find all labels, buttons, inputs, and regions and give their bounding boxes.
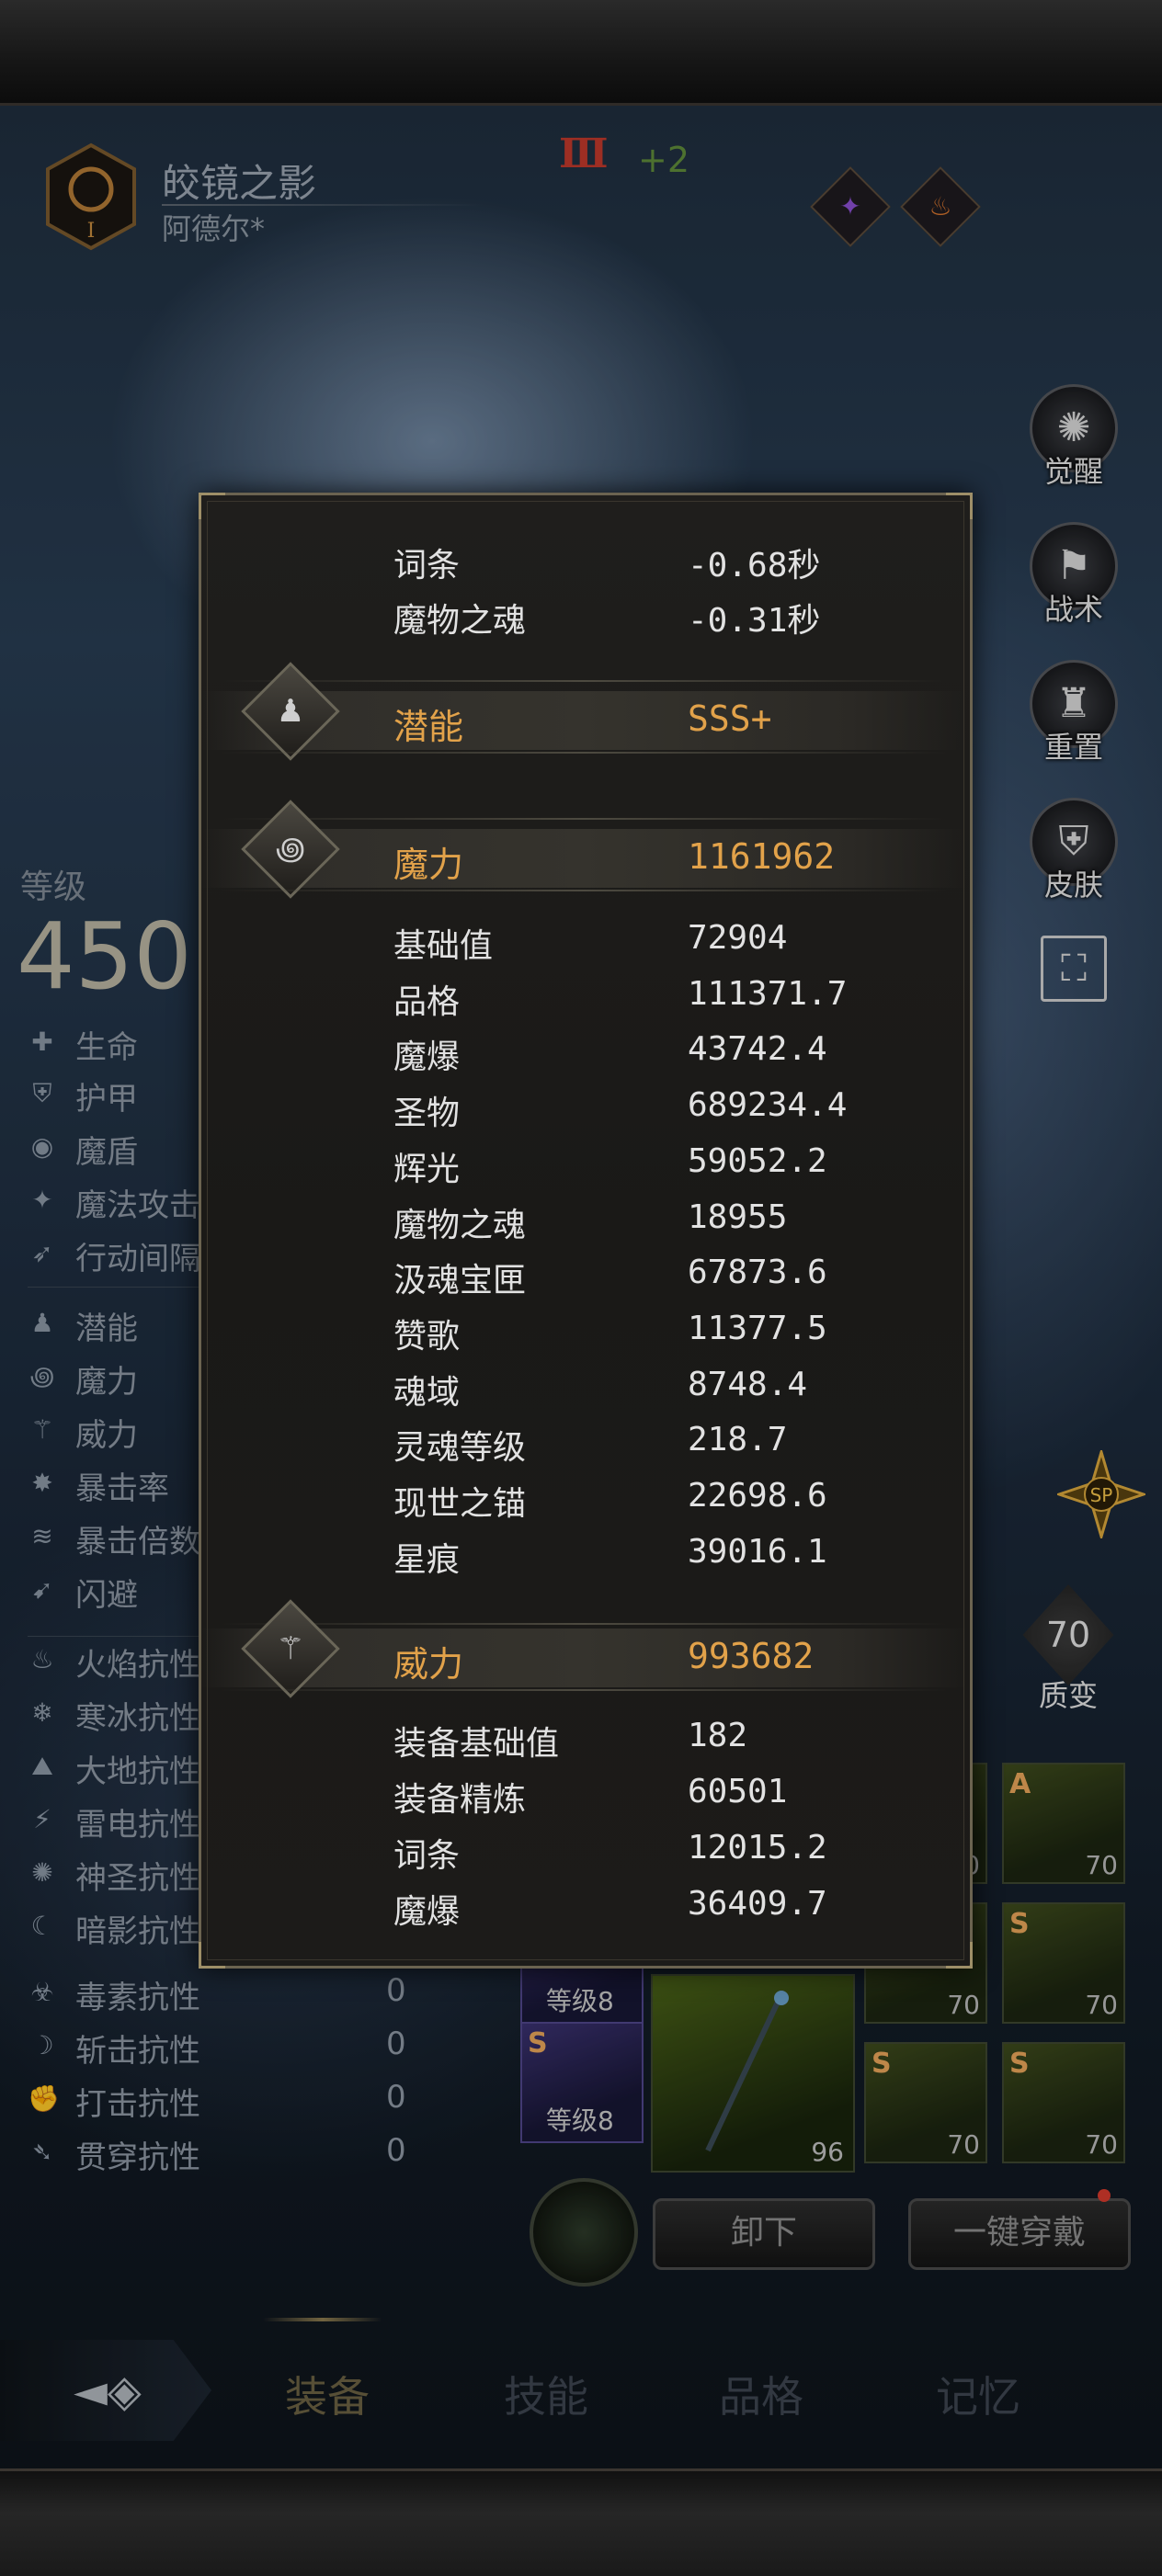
magic-section-header: ꩜ 魔力 1161962 (200, 800, 967, 899)
breakdown-row: 基础值 72904 (0, 919, 1162, 969)
breakdown-value: 43742.4 (688, 1030, 827, 1069)
breakdown-name: 星痕 (393, 1540, 461, 1579)
breakdown-value: 182 (688, 1717, 748, 1754)
breakdown-value: 36409.7 (688, 1885, 827, 1923)
breakdown-name: 灵魂等级 (393, 1429, 527, 1468)
bottom-frame (0, 2468, 1162, 2576)
potential-title: 潜能 (393, 707, 464, 747)
magic-total: 1161962 (688, 836, 836, 877)
popup-divider (221, 680, 947, 682)
breakdown-value: 22698.6 (688, 1477, 827, 1515)
popup-divider (221, 818, 947, 820)
top-frame (0, 0, 1162, 106)
breakdown-name: 圣物 (393, 1095, 461, 1133)
breakdown-value: 60501 (688, 1773, 788, 1810)
breakdown-row: 赞歌 11377.5 (0, 1310, 1162, 1359)
breakdown-value: -0.31秒 (688, 602, 821, 640)
breakdown-name: 辉光 (393, 1150, 461, 1188)
breakdown-row: 魔物之魂 -0.31秒 (0, 594, 1162, 643)
breakdown-row: 圣物 689234.4 (0, 1086, 1162, 1136)
potential-total: SSS+ (688, 698, 772, 739)
breakdown-row: 魂域 8748.4 (0, 1366, 1162, 1415)
popup-corner (199, 493, 225, 519)
breakdown-name: 装备精炼 (393, 1781, 527, 1819)
breakdown-name: 现世之锚 (393, 1485, 527, 1523)
potential-section-header: ♟ 潜能 SSS+ (200, 662, 967, 761)
power-icon: ⚚ (276, 1630, 305, 1667)
breakdown-value: 111371.7 (688, 974, 848, 1013)
breakdown-name: 品格 (393, 982, 461, 1021)
breakdown-name: 赞歌 (393, 1317, 461, 1356)
breakdown-row: 词条 -0.68秒 (0, 539, 1162, 588)
popup-divider (221, 1623, 947, 1625)
breakdown-row: 魔爆 36409.7 (0, 1885, 1162, 1935)
breakdown-value: 72904 (688, 919, 788, 957)
breakdown-row: 魔物之魂 18955 (0, 1198, 1162, 1248)
breakdown-value: 67873.6 (688, 1254, 827, 1292)
popup-divider (221, 752, 947, 754)
power-title: 威力 (393, 1644, 464, 1685)
breakdown-row: 灵魂等级 218.7 (0, 1421, 1162, 1470)
breakdown-value: 8748.4 (688, 1365, 808, 1403)
breakdown-row: 现世之锚 22698.6 (0, 1477, 1162, 1526)
breakdown-value: 59052.2 (688, 1141, 827, 1180)
breakdown-name: 词条 (393, 1837, 461, 1875)
breakdown-value: 39016.1 (688, 1532, 827, 1571)
breakdown-row: 装备精炼 60501 (0, 1773, 1162, 1822)
breakdown-value: 218.7 (688, 1421, 788, 1459)
breakdown-name: 基础值 (393, 927, 494, 965)
breakdown-row: 装备基础值 182 (0, 1717, 1162, 1766)
popup-corner (946, 1942, 973, 1969)
breakdown-name: 装备基础值 (393, 1725, 560, 1763)
breakdown-value: 18955 (688, 1197, 788, 1236)
breakdown-name: 魔物之魂 (393, 602, 527, 640)
breakdown-row: 品格 111371.7 (0, 975, 1162, 1025)
breakdown-value: -0.68秒 (688, 547, 821, 584)
breakdown-name: 魂域 (393, 1373, 461, 1412)
potential-icon: ♟ (276, 693, 305, 730)
magic-title: 魔力 (393, 845, 464, 885)
breakdown-name: 词条 (393, 547, 461, 584)
breakdown-value: 689234.4 (688, 1086, 848, 1125)
breakdown-row: 辉光 59052.2 (0, 1142, 1162, 1192)
breakdown-name: 魔爆 (393, 1893, 461, 1931)
breakdown-name: 汲魂宝匣 (393, 1262, 527, 1300)
breakdown-value: 12015.2 (688, 1829, 827, 1867)
breakdown-name: 魔爆 (393, 1038, 461, 1077)
breakdown-name: 魔物之魂 (393, 1206, 527, 1244)
breakdown-row: 词条 12015.2 (0, 1829, 1162, 1878)
popup-corner (199, 1942, 225, 1969)
power-total: 993682 (688, 1636, 815, 1676)
breakdown-row: 星痕 39016.1 (0, 1533, 1162, 1583)
power-section-header: ⚚ 威力 993682 (200, 1599, 967, 1698)
popup-divider (221, 890, 947, 891)
magic-icon: ꩜ (275, 831, 306, 868)
popup-corner (946, 493, 973, 519)
breakdown-value: 11377.5 (688, 1309, 827, 1347)
breakdown-row: 魔爆 43742.4 (0, 1030, 1162, 1080)
breakdown-row: 汲魂宝匣 67873.6 (0, 1254, 1162, 1303)
popup-divider (221, 1689, 947, 1691)
